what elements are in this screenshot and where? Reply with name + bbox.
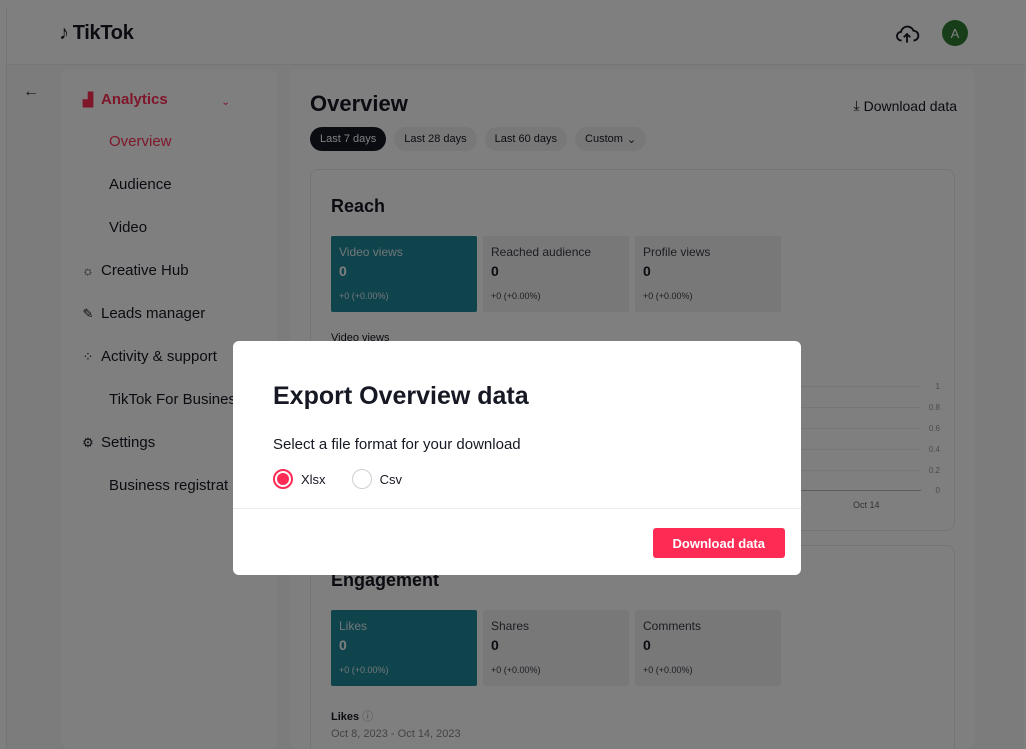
radio-xlsx[interactable]	[273, 469, 293, 489]
download-data-button[interactable]: Download data	[652, 528, 785, 558]
dialog-title: Export Overview data	[273, 382, 529, 410]
format-radio-group: Xlsx Csv	[273, 469, 402, 489]
format-option-xlsx[interactable]: Xlsx	[273, 469, 326, 489]
format-label: Csv	[379, 471, 402, 487]
export-dialog: Export Overview data Select a file forma…	[233, 341, 801, 575]
format-option-csv[interactable]: Csv	[351, 469, 402, 489]
dialog-subtitle: Select a file format for your download	[273, 436, 521, 453]
radio-dot	[277, 473, 289, 485]
format-label: Xlsx	[301, 471, 326, 487]
dialog-divider	[233, 508, 801, 509]
radio-csv[interactable]	[351, 469, 372, 489]
